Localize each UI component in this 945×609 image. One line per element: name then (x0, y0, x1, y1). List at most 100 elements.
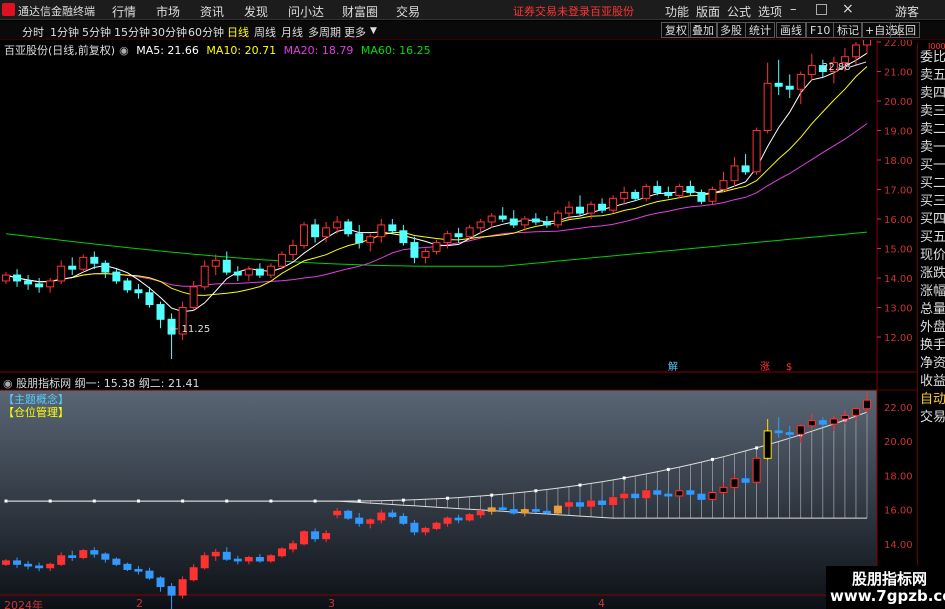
candle-body (24, 280, 33, 285)
menu-wenxiaoda[interactable]: 问小达 (288, 3, 324, 20)
marker-jie: 解 (668, 360, 678, 373)
menu-gongshi[interactable]: 公式 (727, 3, 751, 20)
sub-candle-body (432, 522, 441, 529)
y-tick-main: 14.00 (884, 274, 913, 285)
y-tick-sub: 22.00 (884, 403, 913, 414)
sub-candle-body (68, 555, 77, 558)
period-60min[interactable]: 60分钟 (188, 24, 224, 40)
sub-candle-body (46, 563, 55, 569)
candle-body (653, 186, 662, 193)
trade-login-warning[interactable]: 证券交易未登录 (513, 3, 590, 19)
candle-body (233, 271, 242, 276)
sidebar-item-6: 买一 (920, 158, 945, 173)
menu-xuanxiang[interactable]: 选项 (758, 3, 782, 20)
sub-candle-body (763, 430, 772, 459)
period-15min[interactable]: 15分钟 (114, 24, 150, 40)
candle-body (322, 227, 331, 238)
period-1min[interactable]: 1分钟 (50, 24, 79, 40)
band-dot (755, 446, 759, 450)
maximize-icon[interactable] (816, 4, 827, 15)
sub-indicator-name[interactable]: 股朋指标网 (16, 377, 71, 390)
sidebar-item-2: 卖四 (920, 86, 945, 101)
period-weekly[interactable]: 周线 (254, 24, 276, 40)
tag-position-mgmt[interactable]: 【仓位管理】 (3, 404, 69, 420)
sub-candle-body (576, 502, 584, 507)
tool-back[interactable]: 返回 (890, 22, 920, 38)
candle-body (399, 230, 408, 244)
y-tick-main: 16.00 (884, 215, 913, 226)
sidebar-item-19[interactable]: 自动 (920, 388, 945, 407)
tool-fuquan[interactable]: 复权 (661, 22, 691, 38)
x-label-apr: 4 (598, 597, 605, 609)
candle-body (564, 206, 573, 214)
sub-candle-body (653, 490, 662, 495)
menu-zixun[interactable]: 资讯 (200, 3, 224, 20)
candle-body (46, 280, 55, 288)
candle-body (134, 289, 143, 294)
sidebar-item-20[interactable]: 交易 (920, 406, 945, 425)
sub-candle-body (101, 553, 110, 560)
indicator-dot-icon[interactable]: ◉ (3, 377, 13, 390)
menu-jiaoyi[interactable]: 交易 (396, 3, 420, 20)
kline-chart[interactable]: 22.00 21.00 20.00 19.00 18.00 17.00 16.00 15.00… (0, 40, 917, 609)
sub-candle-body (642, 490, 651, 499)
settings-dot-icon[interactable]: ◉ (119, 44, 129, 57)
menu-faxian[interactable]: 发现 (244, 3, 268, 20)
sub-candle-body (421, 527, 430, 533)
menu-caifuquan[interactable]: 财富圈 (342, 3, 378, 20)
candle-body (13, 274, 22, 282)
period-monthly[interactable]: 月线 (281, 24, 303, 40)
band-dot (666, 467, 670, 471)
sub-candle-body (487, 507, 496, 512)
y-tick-main: 18.00 (884, 156, 913, 167)
watermark-text: 股朋指标网 (852, 570, 928, 588)
period-5min[interactable]: 5分钟 (82, 24, 111, 40)
period-fenshi[interactable]: 分时 (22, 24, 44, 40)
candle-body (487, 215, 496, 223)
sub-candle-body (145, 570, 154, 579)
period-multi[interactable]: 多周期 (308, 24, 341, 40)
close-icon[interactable]: × (842, 1, 854, 17)
candle-body (498, 215, 507, 220)
sub-candle-body (531, 509, 540, 512)
minimize-icon[interactable]: – (790, 2, 797, 17)
period-more[interactable]: 更多 (344, 24, 366, 40)
sub-candle-body (90, 550, 99, 555)
sub-candle-body (553, 505, 562, 514)
guest-user[interactable]: 游客 (895, 3, 919, 20)
sub-candle-body (520, 509, 529, 514)
watermark-url: www.7gpzb.com (830, 587, 945, 605)
sub-candle-body (300, 531, 309, 545)
menu-banmian[interactable]: 版面 (696, 3, 720, 20)
tool-tongji[interactable]: 统计 (745, 22, 775, 38)
sub-candle-body (2, 560, 10, 565)
candle-body (57, 265, 66, 282)
candle-body (730, 165, 739, 182)
y-tick-main: 21.00 (884, 68, 913, 79)
period-30min[interactable]: 30分钟 (151, 24, 187, 40)
band-dot (578, 483, 582, 487)
tool-huaxian[interactable]: 画线 (776, 22, 806, 38)
tool-f10[interactable]: F10 (806, 22, 835, 38)
tool-biaoji[interactable]: 标记 (833, 22, 863, 38)
sub-candle-body (752, 457, 761, 483)
chevron-down-icon[interactable]: ▼ (370, 26, 377, 36)
sub-candle-body (266, 555, 275, 562)
period-daily[interactable]: 日线 (227, 24, 249, 40)
candle-body (863, 40, 871, 46)
x-label-feb: 2 (136, 597, 143, 609)
menu-hangqing[interactable]: 行情 (112, 3, 136, 20)
sub-candle-body (730, 478, 739, 488)
tool-duogu[interactable]: 多股 (716, 22, 746, 38)
candle-body (410, 242, 419, 258)
candle-body (266, 265, 275, 276)
y-tick-main: 22.00 (884, 40, 913, 49)
sub-candle-body (465, 514, 474, 521)
candle-body (763, 82, 772, 131)
sub-candle-body (211, 551, 220, 557)
menu-shichang[interactable]: 市场 (156, 3, 180, 20)
y-tick-main: 13.00 (884, 304, 913, 315)
candle-body (807, 65, 816, 75)
tool-diejia[interactable]: 叠加 (688, 22, 718, 38)
menu-gongneng[interactable]: 功能 (665, 3, 689, 20)
